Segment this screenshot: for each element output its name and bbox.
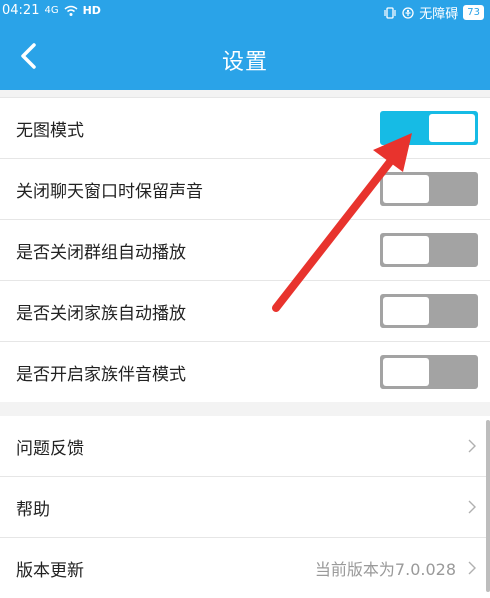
scrollbar[interactable] [486,420,490,592]
toggle-settings-section: 无图模式 关闭聊天窗口时保留声音 是否关闭群组自动播放 是否关闭家族自动播放 是… [0,97,490,402]
clock: 04:21 [2,3,40,18]
feedback-row[interactable]: 问题反馈 [0,416,490,477]
group-autoplay-toggle[interactable] [380,233,478,267]
wifi-icon [64,5,78,16]
network-label: HD [82,4,101,17]
page-title: 设置 [221,50,268,75]
setting-label: 是否关闭家族自动播放 [16,303,186,324]
toggle-knob [383,358,429,386]
setting-label: 问题反馈 [16,438,84,459]
keep-sound-toggle[interactable] [380,172,478,206]
header-bar: 设置 [0,22,490,90]
family-accompaniment-toggle[interactable] [380,355,478,389]
accessibility-icon [402,6,414,19]
toggle-knob [383,175,429,203]
chevron-right-icon [468,500,476,514]
setting-label: 关闭聊天窗口时保留声音 [16,181,203,202]
battery-indicator: 73 [463,5,484,20]
toggle-knob [383,297,429,325]
setting-row-family-accompaniment: 是否开启家族伴音模式 [0,342,490,402]
setting-row-keep-sound: 关闭聊天窗口时保留声音 [0,159,490,220]
current-version-text: 当前版本为7.0.028 [314,560,456,579]
setting-label: 是否关闭群组自动播放 [16,242,186,263]
setting-row-family-autoplay: 是否关闭家族自动播放 [0,281,490,342]
setting-label: 版本更新 [16,560,84,581]
setting-row-no-image-mode: 无图模式 [0,97,490,159]
vibrate-icon [384,6,396,19]
chevron-right-icon [468,439,476,453]
family-autoplay-toggle[interactable] [380,294,478,328]
signal-icon: 4G [44,5,59,16]
toggle-knob [383,236,429,264]
setting-row-group-autoplay: 是否关闭群组自动播放 [0,220,490,281]
link-settings-section: 问题反馈 帮助 版本更新 当前版本为7.0.028 [0,416,490,598]
version-update-row[interactable]: 版本更新 当前版本为7.0.028 [0,538,490,598]
chevron-right-icon [468,561,476,575]
setting-label: 帮助 [16,499,50,520]
accessibility-label: 无障碍 [419,7,459,22]
setting-label: 无图模式 [16,120,84,141]
status-bar: 04:21 4G HD 无障碍 73 [0,0,490,22]
help-row[interactable]: 帮助 [0,477,490,538]
toggle-knob [429,114,475,142]
setting-label: 是否开启家族伴音模式 [16,364,186,385]
no-image-mode-toggle[interactable] [380,111,478,145]
